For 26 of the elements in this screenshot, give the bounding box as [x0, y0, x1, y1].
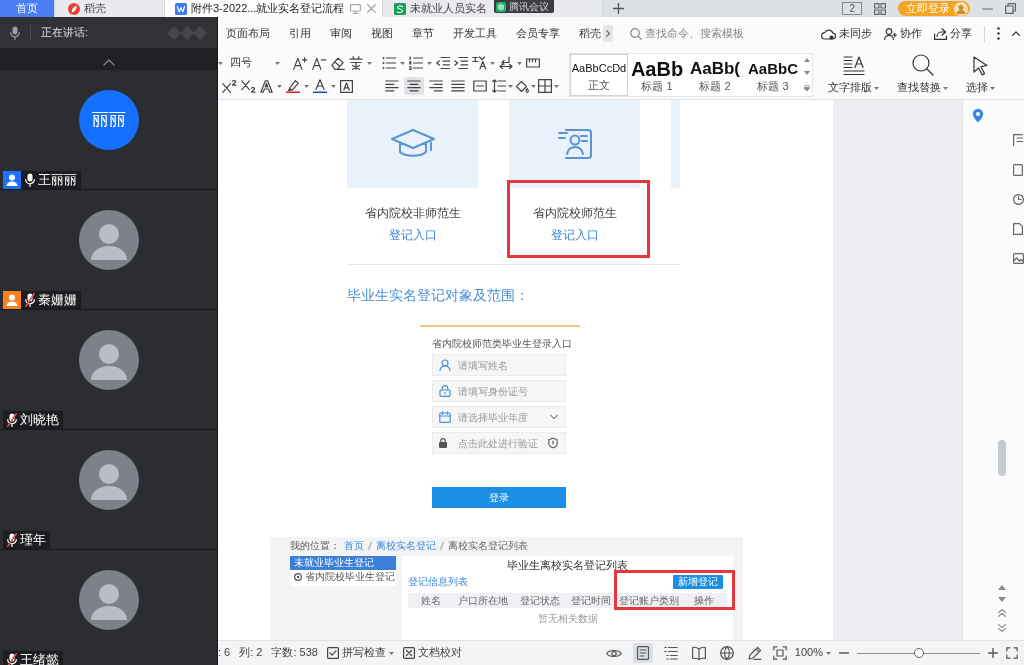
- participant-name: 刘晓艳: [20, 412, 59, 428]
- status-text: 字数: 538: [271, 646, 318, 660]
- column-header: 姓名: [420, 594, 442, 607]
- empty-message: 暂无相关数据: [536, 613, 599, 625]
- column-header: 登记账户类别: [618, 594, 680, 607]
- entry-label: 省内院校非师范生: [364, 206, 461, 220]
- section-label: 登记信息列表: [408, 576, 468, 588]
- tooltip-label: 腾讯会议: [509, 0, 549, 13]
- status-text: 列: 2: [239, 646, 263, 660]
- column-header: 登记状态: [519, 594, 561, 607]
- participant-name: 王丽丽: [38, 172, 77, 188]
- participant-name: 王绪懿: [20, 652, 59, 665]
- participant-name: 秦姗姗: [38, 292, 77, 308]
- initials-avatar: 丽丽: [78, 90, 139, 150]
- speaking-label: 正在讲话:: [41, 25, 89, 40]
- form-title: 省内院校师范类毕业生登录入口: [432, 338, 572, 350]
- breadcrumb-current: 离校实名登记列表: [448, 540, 528, 552]
- column-header: 户口所在地: [457, 594, 509, 607]
- status-text: : 6: [218, 646, 231, 660]
- entry-label: 省内院校师范生: [532, 206, 617, 220]
- section-heading: 毕业生实名登记对象及范围：: [347, 286, 529, 304]
- breadcrumb-label: 我的位置：: [290, 540, 340, 552]
- list-title: 毕业生离校实名登记列表: [506, 559, 629, 572]
- column-header: 登记时间: [570, 594, 612, 607]
- column-header: 操作: [692, 594, 715, 607]
- participant-name: 瑾年: [20, 532, 46, 548]
